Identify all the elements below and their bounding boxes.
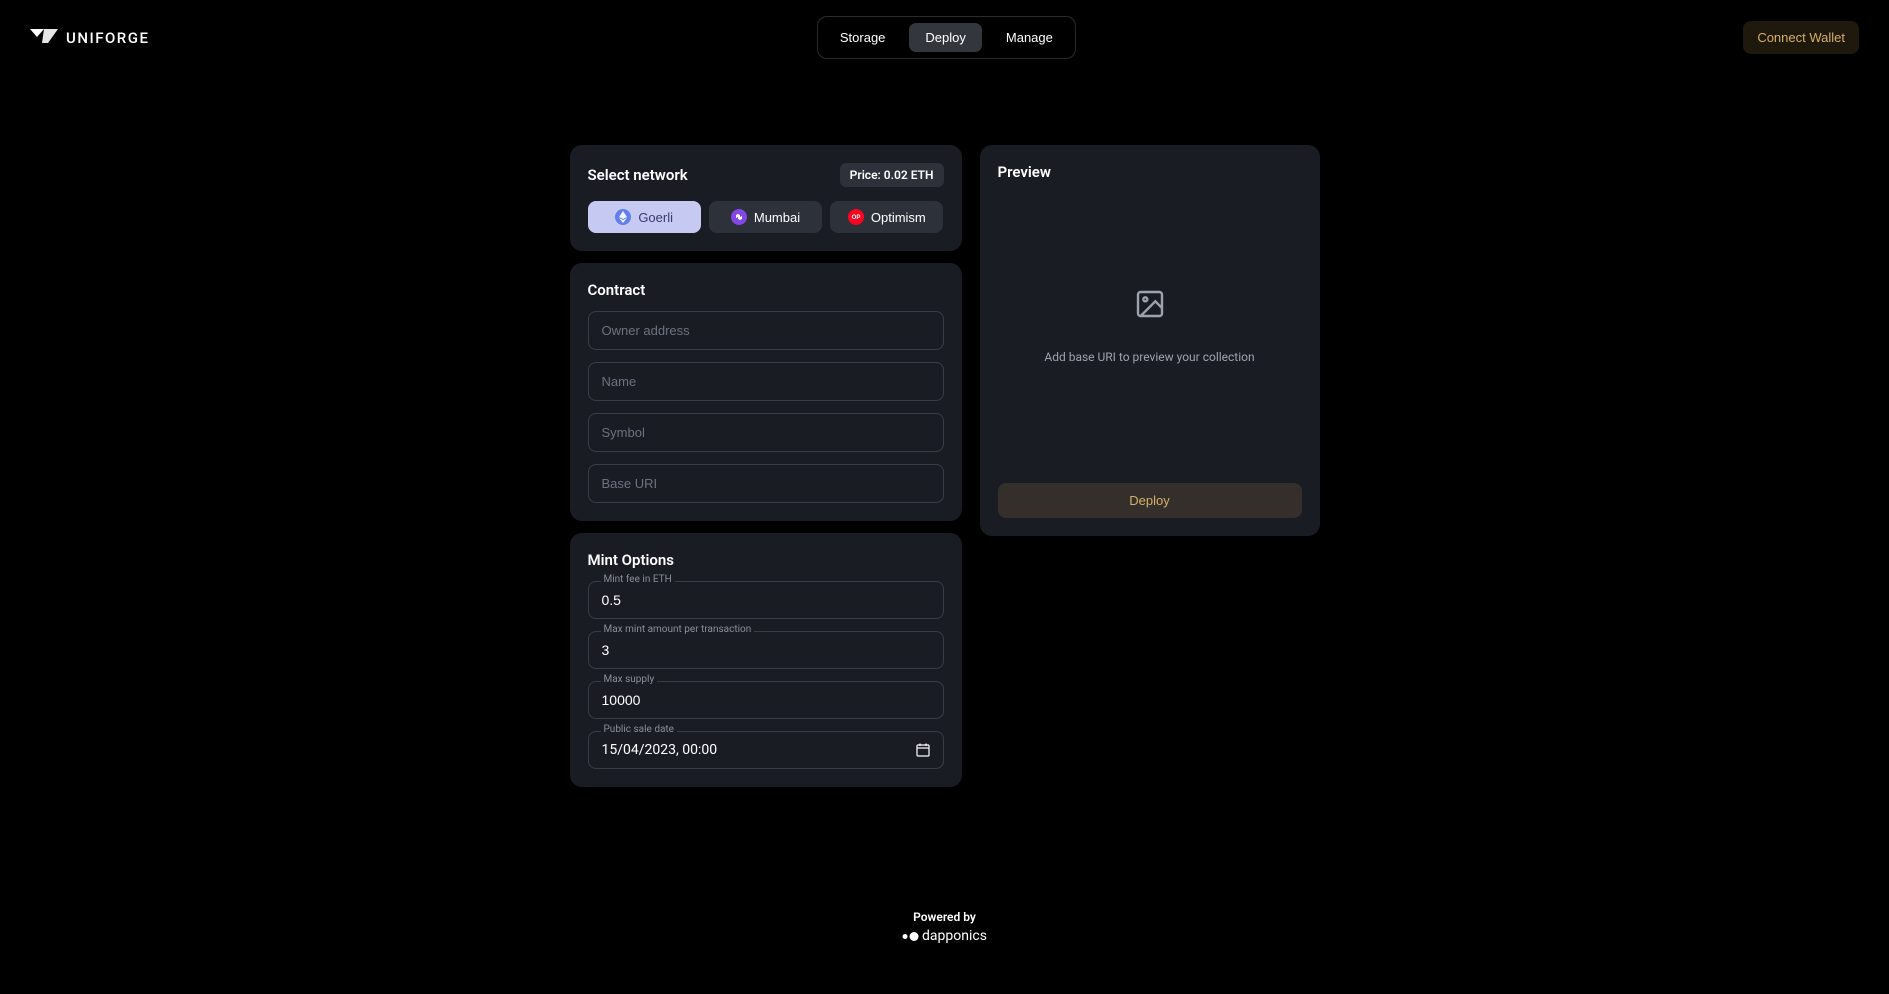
preview-empty-text: Add base URI to preview your collection	[1044, 350, 1254, 364]
contract-title: Contract	[588, 281, 944, 299]
mint-options-title: Mint Options	[588, 551, 944, 569]
polygon-icon	[731, 209, 747, 225]
select-network-card: Select network Price: 0.02 ETH Goerli	[570, 145, 962, 251]
max-supply-input[interactable]	[588, 681, 944, 719]
max-supply-label: Max supply	[601, 674, 658, 685]
dots-icon	[902, 932, 918, 941]
owner-address-input[interactable]	[588, 311, 944, 350]
select-network-title: Select network	[588, 166, 688, 184]
ethereum-icon	[615, 209, 631, 225]
footer: Powered by dapponics	[902, 910, 987, 944]
network-optimism-label: Optimism	[871, 210, 926, 225]
connect-wallet-button[interactable]: Connect Wallet	[1743, 21, 1859, 54]
mint-fee-label: Mint fee in ETH	[601, 574, 675, 585]
name-input[interactable]	[588, 362, 944, 401]
svg-text:OP: OP	[852, 215, 861, 221]
preview-card: Preview Add base URI to preview your col…	[980, 145, 1320, 536]
sale-date-input[interactable]: 15/04/2023, 00:00	[588, 731, 944, 769]
mint-options-card: Mint Options Mint fee in ETH Max mint am…	[570, 533, 962, 787]
max-mint-label: Max mint amount per transaction	[601, 624, 755, 635]
contract-card: Contract	[570, 263, 962, 521]
footer-brand-logo[interactable]: dapponics	[902, 928, 987, 944]
mint-fee-input[interactable]	[588, 581, 944, 619]
max-mint-input[interactable]	[588, 631, 944, 669]
base-uri-input[interactable]	[588, 464, 944, 503]
calendar-icon	[916, 743, 930, 757]
network-optimism[interactable]: OP Optimism	[830, 201, 943, 233]
footer-powered-by: Powered by	[913, 910, 976, 924]
deploy-button[interactable]: Deploy	[998, 483, 1302, 518]
symbol-input[interactable]	[588, 413, 944, 452]
network-goerli-label: Goerli	[638, 210, 673, 225]
network-goerli[interactable]: Goerli	[588, 201, 701, 233]
sale-date-label: Public sale date	[601, 724, 677, 735]
image-placeholder-icon	[1134, 288, 1166, 320]
nav-tab-storage[interactable]: Storage	[824, 23, 902, 52]
logo[interactable]: UNIFORGE	[30, 29, 149, 47]
nav-tab-manage[interactable]: Manage	[990, 23, 1069, 52]
network-mumbai-label: Mumbai	[754, 210, 800, 225]
preview-title: Preview	[998, 163, 1302, 181]
optimism-icon: OP	[848, 209, 864, 225]
nav-tab-deploy[interactable]: Deploy	[909, 23, 981, 52]
network-mumbai[interactable]: Mumbai	[709, 201, 822, 233]
footer-brand-text: dapponics	[922, 928, 987, 944]
logo-text: UNIFORGE	[66, 29, 149, 47]
sale-date-value: 15/04/2023, 00:00	[602, 742, 718, 758]
price-badge: Price: 0.02 ETH	[840, 163, 944, 187]
nav-tabs: Storage Deploy Manage	[817, 16, 1076, 59]
logo-icon	[30, 29, 58, 47]
